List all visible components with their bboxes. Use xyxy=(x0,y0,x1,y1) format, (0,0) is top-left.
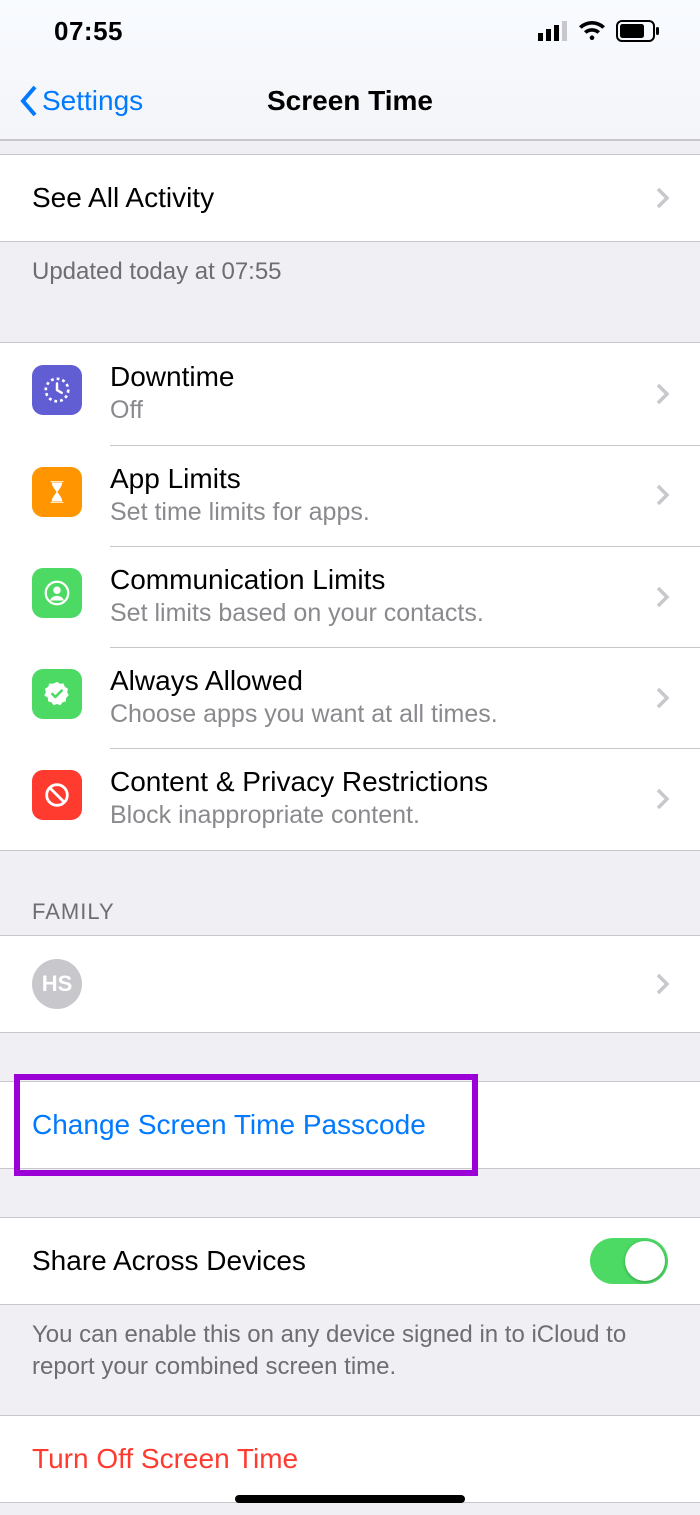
communication-limits-subtitle: Set limits based on your contacts. xyxy=(110,598,622,629)
wifi-icon xyxy=(578,20,606,42)
page-title: Screen Time xyxy=(267,85,433,117)
share-footer-text: You can enable this on any device signed… xyxy=(0,1305,700,1398)
chevron-right-icon xyxy=(655,686,670,710)
chevron-right-icon xyxy=(655,787,670,811)
family-member-row[interactable]: HS xyxy=(0,936,700,1032)
clock-icon xyxy=(32,365,82,415)
see-all-activity-row[interactable]: See All Activity xyxy=(0,155,700,241)
chevron-right-icon xyxy=(655,972,670,996)
cellular-icon xyxy=(538,21,568,41)
chevron-right-icon xyxy=(655,483,670,507)
family-header: FAMILY xyxy=(0,851,700,935)
chevron-right-icon xyxy=(655,382,670,406)
app-limits-subtitle: Set time limits for apps. xyxy=(110,497,622,528)
communication-limits-row[interactable]: Communication Limits Set limits based on… xyxy=(0,546,700,647)
back-label: Settings xyxy=(42,85,143,117)
share-toggle[interactable] xyxy=(590,1238,668,1284)
nav-bar: Settings Screen Time xyxy=(0,62,700,140)
check-badge-icon xyxy=(32,669,82,719)
always-allowed-subtitle: Choose apps you want at all times. xyxy=(110,699,622,730)
content-privacy-row[interactable]: Content & Privacy Restrictions Block ina… xyxy=(0,748,700,849)
battery-icon xyxy=(616,20,660,42)
communication-limits-title: Communication Limits xyxy=(110,564,622,596)
app-limits-row[interactable]: App Limits Set time limits for apps. xyxy=(0,445,700,546)
content-privacy-subtitle: Block inappropriate content. xyxy=(110,800,622,831)
downtime-subtitle: Off xyxy=(110,395,622,426)
share-across-devices-label: Share Across Devices xyxy=(32,1245,306,1277)
avatar: HS xyxy=(32,959,82,1009)
turn-off-label: Turn Off Screen Time xyxy=(32,1443,298,1475)
status-time: 07:55 xyxy=(54,16,123,47)
always-allowed-title: Always Allowed xyxy=(110,665,622,697)
activity-updated-text: Updated today at 07:55 xyxy=(0,242,700,302)
contact-icon xyxy=(32,568,82,618)
home-indicator[interactable] xyxy=(235,1495,465,1503)
status-bar: 07:55 xyxy=(0,0,700,62)
change-passcode-label: Change Screen Time Passcode xyxy=(32,1109,426,1141)
no-entry-icon xyxy=(32,770,82,820)
see-all-activity-label: See All Activity xyxy=(32,182,214,214)
chevron-left-icon xyxy=(18,84,40,118)
chevron-right-icon xyxy=(655,585,670,609)
app-limits-title: App Limits xyxy=(110,463,622,495)
content-privacy-title: Content & Privacy Restrictions xyxy=(110,766,622,798)
hourglass-icon xyxy=(32,467,82,517)
downtime-row[interactable]: Downtime Off xyxy=(0,343,700,444)
downtime-title: Downtime xyxy=(110,361,622,393)
back-button[interactable]: Settings xyxy=(18,62,143,139)
chevron-right-icon xyxy=(655,186,670,210)
status-indicators xyxy=(538,20,660,42)
share-across-devices-row[interactable]: Share Across Devices xyxy=(0,1218,700,1304)
turn-off-screen-time-button[interactable]: Turn Off Screen Time xyxy=(0,1416,700,1502)
always-allowed-row[interactable]: Always Allowed Choose apps you want at a… xyxy=(0,647,700,748)
change-passcode-button[interactable]: Change Screen Time Passcode xyxy=(0,1082,700,1168)
